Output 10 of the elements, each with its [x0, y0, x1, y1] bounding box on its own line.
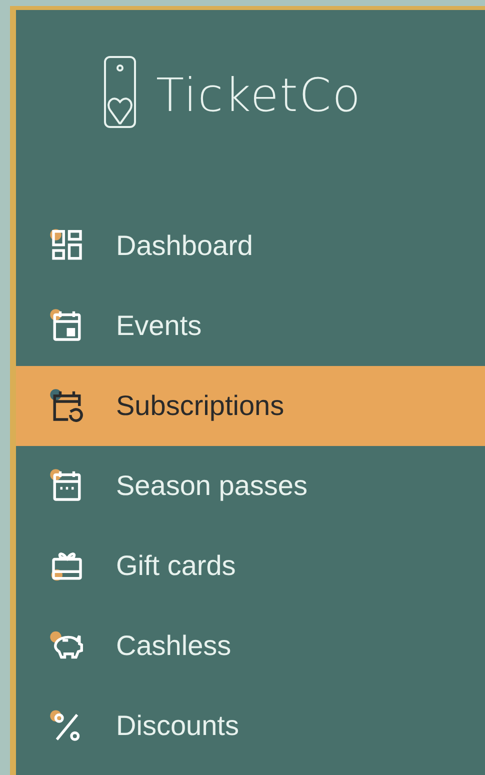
brand-name: TicketCo: [156, 72, 362, 118]
nav-item[interactable]: Season passes: [16, 446, 485, 526]
nav-item[interactable]: Events: [16, 286, 485, 366]
calendar-refresh-icon: [49, 388, 85, 424]
nav-item[interactable]: Subscriptions: [16, 366, 485, 446]
logo-icon: [104, 56, 136, 128]
nav-item[interactable]: Gift cards: [16, 526, 485, 606]
nav-item[interactable]: Cashless: [16, 606, 485, 686]
nav-item[interactable]: Dashboard: [16, 206, 485, 286]
nav-item[interactable]: Discounts: [16, 686, 485, 766]
